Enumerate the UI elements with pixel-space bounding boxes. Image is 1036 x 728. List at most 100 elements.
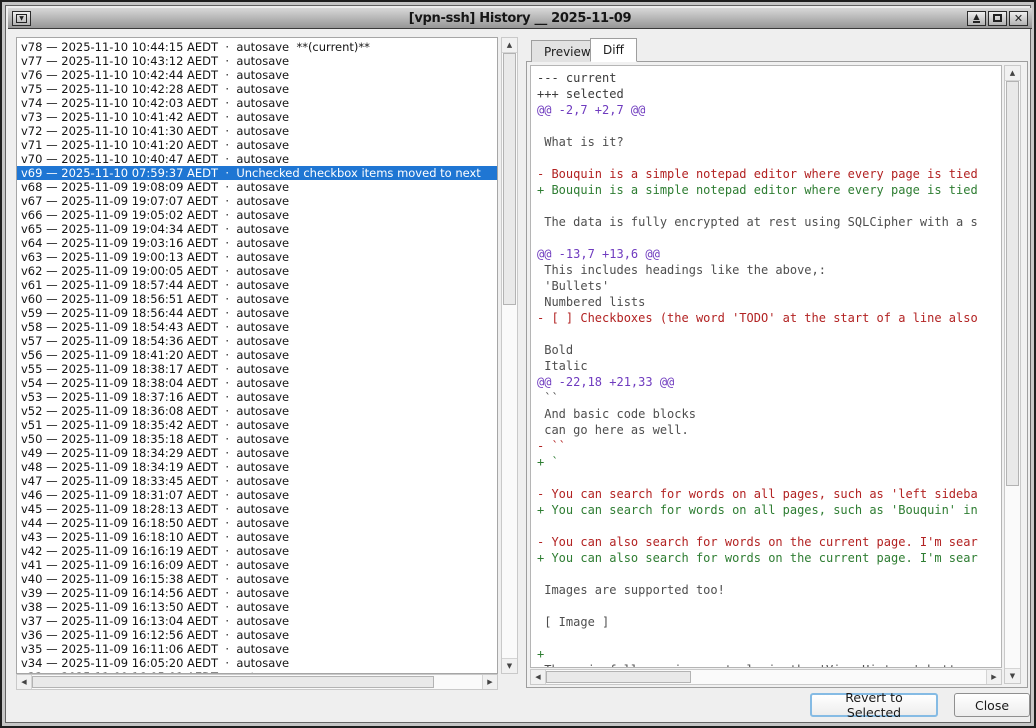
diff-line: + ` [537,454,995,470]
version-row[interactable]: v35 — 2025-11-09 16:11:06 AEDT · autosav… [17,642,497,656]
version-row[interactable]: v57 — 2025-11-09 18:54:36 AEDT · autosav… [17,334,497,348]
vscroll-thumb[interactable] [503,53,516,305]
version-row[interactable]: v66 — 2025-11-09 19:05:02 AEDT · autosav… [17,208,497,222]
version-list-hscrollbar[interactable]: ◀ ▶ [16,674,498,690]
scroll-left-icon[interactable]: ◀ [17,675,32,689]
version-row[interactable]: v56 — 2025-11-09 18:41:20 AEDT · autosav… [17,348,497,362]
version-row[interactable]: v55 — 2025-11-09 18:38:17 AEDT · autosav… [17,362,497,376]
diff-line: @@ -22,18 +21,33 @@ [537,374,995,390]
diff-line: [ Image ] [537,614,995,630]
version-row[interactable]: v34 — 2025-11-09 16:05:20 AEDT · autosav… [17,656,497,670]
version-list-vscrollbar[interactable]: ▲ ▼ [501,37,518,674]
diff-line: + [537,646,995,662]
history-dialog-window: ▼ [vpn-ssh] History __ 2025-11-09 ▲ ✕ v7… [0,0,1036,728]
diff-line: - Bouquin is a simple notepad editor whe… [537,166,995,182]
version-row[interactable]: v70 — 2025-11-10 10:40:47 AEDT · autosav… [17,152,497,166]
version-row[interactable]: v71 — 2025-11-10 10:41:20 AEDT · autosav… [17,138,497,152]
version-row[interactable]: v69 — 2025-11-10 07:59:37 AEDT · Uncheck… [17,166,497,180]
version-row[interactable]: v72 — 2025-11-10 10:41:30 AEDT · autosav… [17,124,497,138]
version-row[interactable]: v36 — 2025-11-09 16:12:56 AEDT · autosav… [17,628,497,642]
version-row[interactable]: v40 — 2025-11-09 16:15:38 AEDT · autosav… [17,572,497,586]
version-row[interactable]: v44 — 2025-11-09 16:18:50 AEDT · autosav… [17,516,497,530]
version-row[interactable]: v45 — 2025-11-09 18:28:13 AEDT · autosav… [17,502,497,516]
version-row[interactable]: v60 — 2025-11-09 18:56:51 AEDT · autosav… [17,292,497,306]
diff-line: - [ ] Checkboxes (the word 'TODO' at the… [537,310,995,326]
diff-line: The data is fully encrypted at rest usin… [537,214,995,230]
version-row[interactable]: v65 — 2025-11-09 19:04:34 AEDT · autosav… [17,222,497,236]
diff-line: - `` [537,438,995,454]
version-row[interactable]: v47 — 2025-11-09 18:33:45 AEDT · autosav… [17,474,497,488]
diff-line: This includes headings like the above,: [537,262,995,278]
diff-line [537,518,995,534]
version-row[interactable]: v67 — 2025-11-09 19:07:07 AEDT · autosav… [17,194,497,208]
version-row[interactable]: v61 — 2025-11-09 18:57:44 AEDT · autosav… [17,278,497,292]
version-row[interactable]: v62 — 2025-11-09 19:00:05 AEDT · autosav… [17,264,497,278]
version-row[interactable]: v39 — 2025-11-09 16:14:56 AEDT · autosav… [17,586,497,600]
version-row[interactable]: v75 — 2025-11-10 10:42:28 AEDT · autosav… [17,82,497,96]
diff-line [537,230,995,246]
version-row[interactable]: v48 — 2025-11-09 18:34:19 AEDT · autosav… [17,460,497,474]
scroll-down-icon[interactable]: ▼ [1005,668,1020,683]
version-row[interactable]: v68 — 2025-11-09 19:08:09 AEDT · autosav… [17,180,497,194]
close-window-button[interactable]: ✕ [1009,11,1028,26]
diff-line [537,630,995,646]
close-dialog-button[interactable]: Close [954,693,1030,717]
version-row[interactable]: v54 — 2025-11-09 18:38:04 AEDT · autosav… [17,376,497,390]
diff-line: --- current [537,70,995,86]
version-row[interactable]: v43 — 2025-11-09 16:18:10 AEDT · autosav… [17,530,497,544]
version-row[interactable]: v52 — 2025-11-09 18:36:08 AEDT · autosav… [17,404,497,418]
diff-hscrollbar[interactable]: ◀ ▶ [530,669,1002,685]
scroll-up-icon[interactable]: ▲ [1005,66,1020,81]
window-title: [vpn-ssh] History __ 2025-11-09 [8,11,1032,26]
version-row[interactable]: v49 — 2025-11-09 18:34:29 AEDT · autosav… [17,446,497,460]
diff-line: @@ -13,7 +13,6 @@ [537,246,995,262]
version-history-list[interactable]: v78 — 2025-11-10 10:44:15 AEDT · autosav… [16,37,498,674]
shade-button[interactable]: ▲ [967,11,986,26]
diff-line: + You can search for words on all pages,… [537,502,995,518]
scroll-right-icon[interactable]: ▶ [482,675,497,689]
version-row[interactable]: v58 — 2025-11-09 18:54:43 AEDT · autosav… [17,320,497,334]
titlebar[interactable]: ▼ [vpn-ssh] History __ 2025-11-09 ▲ ✕ [8,8,1032,29]
version-row[interactable]: v46 — 2025-11-09 18:31:07 AEDT · autosav… [17,488,497,502]
diff-line: 'Bullets' [537,278,995,294]
diff-line: Italic [537,358,995,374]
diff-vscrollbar[interactable]: ▲ ▼ [1004,65,1021,684]
diff-text-area[interactable]: --- current+++ selected@@ -2,7 +2,7 @@ W… [530,65,1002,668]
version-row[interactable]: v63 — 2025-11-09 19:00:13 AEDT · autosav… [17,250,497,264]
diff-line: + You can also search for words on the c… [537,550,995,566]
diff-line: +++ selected [537,86,995,102]
diff-line [537,150,995,166]
hscroll-thumb[interactable] [546,671,691,683]
diff-line: @@ -2,7 +2,7 @@ [537,102,995,118]
scroll-up-icon[interactable]: ▲ [502,38,517,53]
version-row[interactable]: v74 — 2025-11-10 10:42:03 AEDT · autosav… [17,96,497,110]
version-row[interactable]: v73 — 2025-11-10 10:41:42 AEDT · autosav… [17,110,497,124]
hscroll-thumb[interactable] [32,676,434,688]
version-row[interactable]: v41 — 2025-11-09 16:16:09 AEDT · autosav… [17,558,497,572]
version-row[interactable]: v37 — 2025-11-09 16:13:04 AEDT · autosav… [17,614,497,628]
version-row[interactable]: v42 — 2025-11-09 16:16:19 AEDT · autosav… [17,544,497,558]
diff-line [537,326,995,342]
scroll-down-icon[interactable]: ▼ [502,658,517,673]
diff-line: Numbered lists [537,294,995,310]
version-row[interactable]: v38 — 2025-11-09 16:13:50 AEDT · autosav… [17,600,497,614]
maximize-button[interactable] [988,11,1007,26]
scroll-right-icon[interactable]: ▶ [986,670,1001,684]
version-row[interactable]: v59 — 2025-11-09 18:56:44 AEDT · autosav… [17,306,497,320]
tab-diff[interactable]: Diff [590,38,637,62]
diff-line: Bold [537,342,995,358]
revert-to-selected-button[interactable]: Revert to Selected [810,693,938,717]
diff-line [537,470,995,486]
version-row[interactable]: v77 — 2025-11-10 10:43:12 AEDT · autosav… [17,54,497,68]
close-icon: ✕ [1014,13,1023,24]
diff-line [537,118,995,134]
version-row[interactable]: v53 — 2025-11-09 18:37:16 AEDT · autosav… [17,390,497,404]
scroll-left-icon[interactable]: ◀ [531,670,546,684]
version-row[interactable]: v78 — 2025-11-10 10:44:15 AEDT · autosav… [17,40,497,54]
version-row[interactable]: v64 — 2025-11-09 19:03:16 AEDT · autosav… [17,236,497,250]
version-row[interactable]: v51 — 2025-11-09 18:35:42 AEDT · autosav… [17,418,497,432]
vscroll-thumb[interactable] [1006,81,1019,486]
version-row[interactable]: v50 — 2025-11-09 18:35:18 AEDT · autosav… [17,432,497,446]
version-row[interactable]: v76 — 2025-11-10 10:42:44 AEDT · autosav… [17,68,497,82]
maximize-icon [993,14,1002,22]
